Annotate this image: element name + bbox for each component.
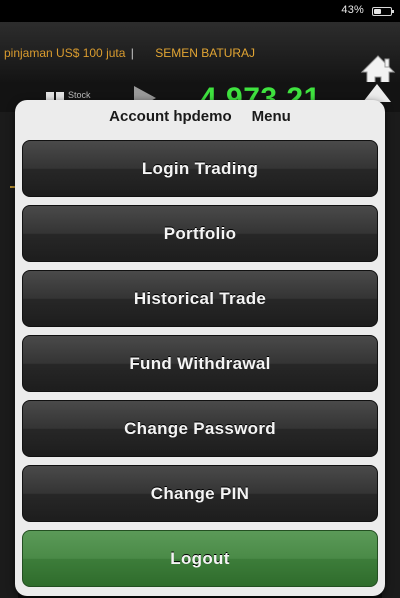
popover-header: Account hpdemo Menu	[15, 100, 385, 136]
ticker-separator: |	[130, 46, 134, 60]
menu-label: Menu	[251, 108, 291, 125]
portfolio-button[interactable]: Portfolio	[22, 205, 378, 262]
menu-list: Login Trading Portfolio Historical Trade…	[22, 140, 378, 595]
historical-trade-button[interactable]: Historical Trade	[22, 270, 378, 327]
login-trading-button[interactable]: Login Trading	[22, 140, 378, 197]
account-menu-popover: Account hpdemo Menu Login Trading Portfol…	[15, 100, 385, 596]
account-label: Account hpdemo	[109, 108, 232, 125]
fund-withdrawal-button[interactable]: Fund Withdrawal	[22, 335, 378, 392]
status-bar: 43%	[0, 0, 400, 22]
battery-icon	[372, 7, 394, 16]
ticker-item: SEMEN BATURAJ	[155, 46, 256, 60]
change-pin-button[interactable]: Change PIN	[22, 465, 378, 522]
ticker-text: pinjaman US$ 100 juta | SEMEN BATURAJ	[4, 46, 352, 60]
index-label: Stock	[68, 90, 91, 100]
news-ticker: pinjaman US$ 100 juta | SEMEN BATURAJ	[0, 22, 400, 87]
battery-percent: 43%	[341, 4, 364, 16]
ticker-item: pinjaman US$ 100 juta	[4, 46, 126, 60]
change-password-button[interactable]: Change Password	[22, 400, 378, 457]
app-screen: 43% pinjaman US$ 100 juta | SEMEN BATURA…	[0, 0, 400, 598]
logout-button[interactable]: Logout	[22, 530, 378, 587]
